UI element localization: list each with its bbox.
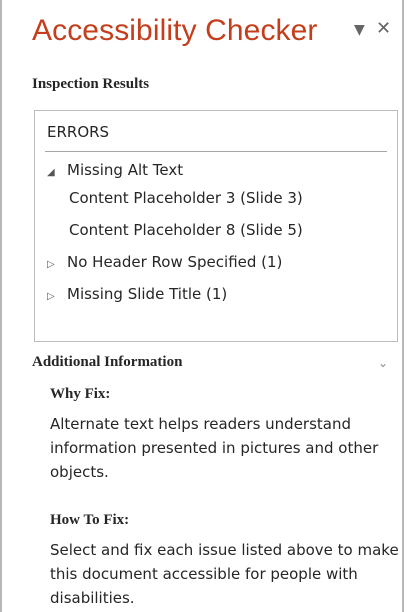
tree-item-label: Missing Slide Title (1) [67, 285, 228, 303]
why-fix-text: Alternate text helps readers understand … [50, 415, 379, 481]
pane-options-dropdown-icon[interactable]: ▼ [354, 22, 365, 38]
errors-divider [45, 151, 387, 152]
tree-item-label: Missing Alt Text [67, 161, 184, 179]
collapsed-arrow-icon[interactable]: ▷ [47, 291, 67, 302]
accessibility-checker-pane: Accessibility Checker ▼ ✕ Inspection Res… [0, 0, 404, 612]
tree-item-content-placeholder-8[interactable]: Content Placeholder 8 (Slide 5) [69, 221, 303, 239]
inspection-results-heading: Inspection Results [32, 76, 150, 92]
how-to-fix-text: Select and fix each issue listed above t… [50, 541, 399, 607]
close-icon[interactable]: ✕ [376, 18, 391, 39]
tree-item-missing-slide-title[interactable]: ▷ Missing Slide Title (1) [47, 285, 227, 303]
additional-information-heading: Additional Information [32, 354, 183, 370]
collapse-chevron-icon[interactable]: ⌄ [378, 356, 388, 370]
how-to-fix-heading: How To Fix: [50, 512, 130, 528]
errors-group-label: ERRORS [47, 123, 110, 141]
tree-item-label: Content Placeholder 8 (Slide 5) [69, 221, 303, 239]
tree-item-label: No Header Row Specified (1) [67, 253, 283, 271]
tree-item-content-placeholder-3[interactable]: Content Placeholder 3 (Slide 3) [69, 189, 303, 207]
expanded-arrow-icon[interactable]: ◢ [47, 167, 67, 178]
collapsed-arrow-icon[interactable]: ▷ [47, 259, 67, 270]
inspection-results-list[interactable]: ERRORS ◢ Missing Alt Text Content Placeho… [34, 110, 398, 342]
tree-item-label: Content Placeholder 3 (Slide 3) [69, 189, 303, 207]
tree-item-missing-alt-text[interactable]: ◢ Missing Alt Text [47, 161, 183, 179]
why-fix-heading: Why Fix: [50, 386, 111, 402]
pane-title: Accessibility Checker [32, 14, 318, 47]
tree-item-no-header-row[interactable]: ▷ No Header Row Specified (1) [47, 253, 282, 271]
